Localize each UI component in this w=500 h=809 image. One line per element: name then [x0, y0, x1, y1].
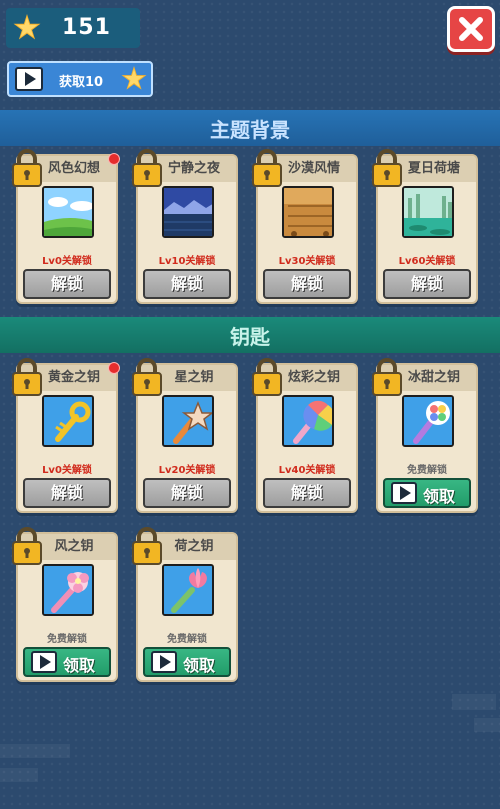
lock-icon — [12, 527, 42, 565]
background-card-desert[interactable]: 沙漠风情 Lv30关解锁 解锁 — [252, 149, 358, 304]
claim-button[interactable]: 领取 — [383, 478, 471, 508]
play-video-icon — [151, 651, 177, 673]
unlock-requirement: 免费解锁 — [407, 465, 447, 476]
unlock-requirement: Lv30关解锁 — [278, 256, 336, 267]
get-stars-label: 获取10 — [59, 75, 104, 90]
lock-icon — [132, 527, 162, 565]
lock-icon — [372, 149, 402, 187]
play-video-icon — [391, 482, 417, 504]
unlock-button[interactable]: 解锁 — [263, 478, 351, 508]
unlock-requirement: Lv0关解锁 — [42, 465, 92, 476]
lock-icon — [12, 149, 42, 187]
key-thumbnail — [162, 564, 214, 616]
section-header-keys: 钥匙 — [0, 317, 500, 353]
new-badge — [108, 362, 120, 374]
unlock-button[interactable]: 解锁 — [143, 478, 231, 508]
close-button[interactable] — [447, 6, 495, 52]
background-decoration — [474, 718, 500, 732]
unlock-requirement: 免费解锁 — [167, 634, 207, 645]
key-thumbnail — [402, 395, 454, 447]
lock-icon — [252, 358, 282, 396]
star-icon — [13, 14, 41, 40]
background-decoration — [0, 768, 38, 782]
background-card-lotus-pond[interactable]: 夏日荷塘 Lv60关解锁 解锁 — [372, 149, 478, 304]
background-thumbnail — [42, 186, 94, 238]
section-header-backgrounds: 主题背景 — [0, 110, 500, 146]
unlock-requirement: Lv0关解锁 — [42, 256, 92, 267]
key-thumbnail — [42, 395, 94, 447]
new-badge — [108, 153, 120, 165]
background-card-wind[interactable]: 风色幻想 Lv0关解锁 解锁 — [12, 149, 120, 304]
key-thumbnail — [42, 564, 94, 616]
claim-button[interactable]: 领取 — [143, 647, 231, 677]
key-card-golden[interactable]: 黄金之钥 Lv0关解锁 解锁 — [12, 358, 120, 513]
key-card-colorful[interactable]: 炫彩之钥 Lv40关解锁 解锁 — [252, 358, 358, 513]
claim-label: 领取 — [423, 487, 456, 506]
background-thumbnail — [402, 186, 454, 238]
claim-button[interactable]: 领取 — [23, 647, 111, 677]
background-decoration — [0, 744, 70, 758]
unlock-requirement: Lv20关解锁 — [158, 465, 216, 476]
unlock-requirement: Lv60关解锁 — [398, 256, 456, 267]
lock-icon — [132, 358, 162, 396]
claim-label: 领取 — [63, 656, 96, 675]
star-icon — [121, 66, 147, 90]
background-thumbnail — [162, 186, 214, 238]
background-decoration — [452, 694, 496, 710]
unlock-button[interactable]: 解锁 — [383, 269, 471, 299]
unlock-requirement: 免费解锁 — [47, 634, 87, 645]
unlock-requirement: Lv10关解锁 — [158, 256, 216, 267]
lock-icon — [252, 149, 282, 187]
key-card-star[interactable]: 星之钥 Lv20关解锁 解锁 — [132, 358, 238, 513]
star-currency-display: 151 — [6, 8, 140, 48]
lock-icon — [372, 358, 402, 396]
background-card-night[interactable]: 宁静之夜 Lv10关解锁 解锁 — [132, 149, 238, 304]
key-card-lotus[interactable]: 荷之钥 免费解锁 领取 — [132, 527, 238, 682]
claim-label: 领取 — [183, 656, 216, 675]
key-card-ice-sweet[interactable]: 冰甜之钥 免费解锁 领取 — [372, 358, 478, 513]
star-count: 151 — [62, 15, 111, 40]
unlock-button[interactable]: 解锁 — [263, 269, 351, 299]
lock-icon — [12, 358, 42, 396]
watch-ad-get-stars-button[interactable]: 获取10 — [7, 61, 153, 97]
play-video-icon — [15, 67, 43, 91]
close-icon — [459, 17, 483, 41]
key-card-wind[interactable]: 风之钥 免费解锁 领取 — [12, 527, 118, 682]
background-thumbnail — [282, 186, 334, 238]
unlock-button[interactable]: 解锁 — [23, 478, 111, 508]
unlock-button[interactable]: 解锁 — [23, 269, 111, 299]
key-thumbnail — [282, 395, 334, 447]
unlock-requirement: Lv40关解锁 — [278, 465, 336, 476]
unlock-button[interactable]: 解锁 — [143, 269, 231, 299]
lock-icon — [132, 149, 162, 187]
play-video-icon — [31, 651, 57, 673]
key-thumbnail — [162, 395, 214, 447]
